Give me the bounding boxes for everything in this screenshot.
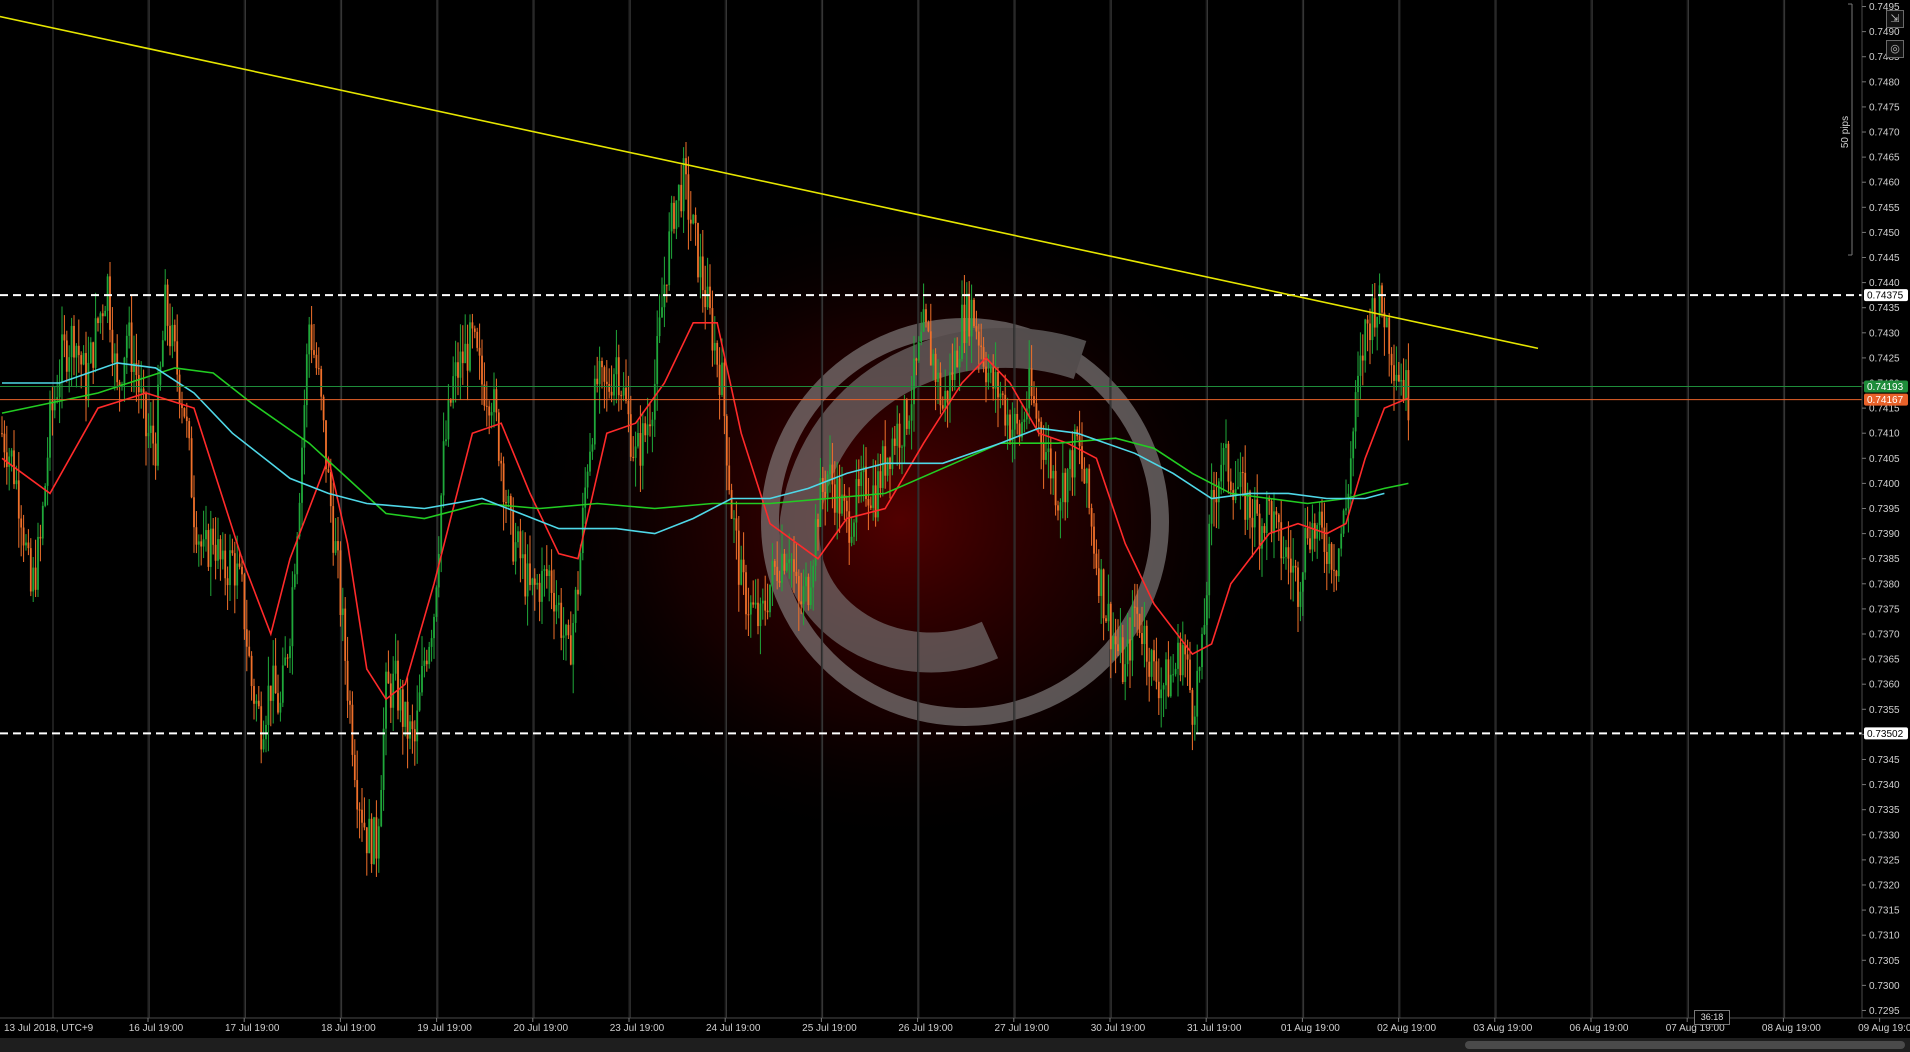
x-tick-label: 18 Jul 19:00 xyxy=(321,1023,376,1034)
x-tick-label: 19 Jul 19:00 xyxy=(417,1023,472,1034)
x-tick-label: 24 Jul 19:00 xyxy=(706,1023,761,1034)
x-tick-label: 25 Jul 19:00 xyxy=(802,1023,857,1034)
y-tick-label: 0.7315 xyxy=(1869,906,1900,917)
y-tick-label: 0.7390 xyxy=(1869,529,1900,540)
x-tick-label: 20 Jul 19:00 xyxy=(514,1023,569,1034)
svg-text:0.74375: 0.74375 xyxy=(1867,291,1904,302)
y-tick-label: 0.7465 xyxy=(1869,153,1900,164)
candle xyxy=(207,523,210,571)
price-tag-orange: 0.74167 xyxy=(1864,393,1908,406)
candle xyxy=(435,585,438,622)
candle-timer: 36:18 xyxy=(1694,1010,1730,1025)
candle xyxy=(339,541,342,627)
x-tick-label: 26 Jul 19:00 xyxy=(898,1023,953,1034)
y-tick-label: 0.7370 xyxy=(1869,629,1900,640)
y-tick-label: 0.7450 xyxy=(1869,228,1900,239)
y-tick-label: 0.7445 xyxy=(1869,253,1900,264)
y-tick-label: 0.7455 xyxy=(1869,203,1900,214)
x-tick-label: 06 Aug 19:00 xyxy=(1570,1023,1629,1034)
y-tick-label: 0.7470 xyxy=(1869,128,1900,139)
svg-text:0.74193: 0.74193 xyxy=(1867,382,1904,393)
y-tick-label: 0.7360 xyxy=(1869,680,1900,691)
y-tick-label: 0.7380 xyxy=(1869,579,1900,590)
x-tick-label: 27 Jul 19:00 xyxy=(995,1023,1050,1034)
candle xyxy=(469,314,471,373)
y-tick-label: 0.7300 xyxy=(1869,981,1900,992)
y-tick-label: 0.7395 xyxy=(1869,504,1900,515)
y-tick-label: 0.7425 xyxy=(1869,353,1900,364)
candle xyxy=(692,213,695,225)
pips-label: 50 pips xyxy=(1840,116,1851,148)
y-tick-label: 0.7375 xyxy=(1869,604,1900,615)
x-tick-label: 01 Aug 19:00 xyxy=(1281,1023,1340,1034)
time-axis: 13 Jul 2018, UTC+9 16 Jul 19:00 17 Jul 19:… xyxy=(0,1017,1910,1038)
x-tick-label: 08 Aug 19:00 xyxy=(1762,1023,1821,1034)
candle xyxy=(1088,464,1091,515)
y-tick-label: 0.7400 xyxy=(1869,479,1900,490)
y-tick-label: 0.7340 xyxy=(1869,780,1900,791)
x-tick-label: 09 Aug 19:00 xyxy=(1858,1023,1910,1034)
y-tick-label: 0.7405 xyxy=(1869,454,1900,465)
candle xyxy=(44,483,47,508)
level-price-tag: 0.73502 xyxy=(1864,727,1908,740)
y-tick-label: 0.7330 xyxy=(1869,830,1900,841)
time-axis-start-label: 13 Jul 2018, UTC+9 xyxy=(4,1023,94,1034)
svg-text:0.73502: 0.73502 xyxy=(1867,729,1904,740)
x-tick-label: 03 Aug 19:00 xyxy=(1473,1023,1532,1034)
candle xyxy=(973,297,975,328)
x-tick-label: 31 Jul 19:00 xyxy=(1187,1023,1242,1034)
x-tick-label: 02 Aug 19:00 xyxy=(1377,1023,1436,1034)
y-tick-label: 0.7295 xyxy=(1869,1006,1900,1017)
y-tick-label: 0.7490 xyxy=(1869,27,1900,38)
candle xyxy=(373,816,375,865)
candle xyxy=(1381,282,1383,318)
y-tick-label: 0.7305 xyxy=(1869,956,1900,967)
price-chart[interactable]: 0.7295 0.7300 0.7305 0.7310 0.7315 0.7320 0.73… xyxy=(0,0,1910,1052)
maximize-icon[interactable]: ⇲ xyxy=(1886,10,1904,28)
y-tick-label: 0.7435 xyxy=(1869,303,1900,314)
candle xyxy=(370,813,373,873)
candle xyxy=(497,408,500,467)
y-tick-label: 0.7355 xyxy=(1869,705,1900,716)
y-tick-label: 0.7480 xyxy=(1869,77,1900,88)
svg-text:0.74167: 0.74167 xyxy=(1867,395,1904,406)
x-tick-label: 30 Jul 19:00 xyxy=(1091,1023,1146,1034)
y-tick-label: 0.7460 xyxy=(1869,178,1900,189)
x-tick-label: 17 Jul 19:00 xyxy=(225,1023,280,1034)
horizontal-scrollbar[interactable] xyxy=(0,1038,1910,1052)
candle xyxy=(697,222,699,283)
camera-icon[interactable]: ◎ xyxy=(1886,40,1904,58)
y-tick-label: 0.7320 xyxy=(1869,880,1900,891)
candle xyxy=(1342,508,1345,538)
candle xyxy=(1385,316,1388,328)
y-tick-label: 0.7365 xyxy=(1869,655,1900,666)
y-tick-label: 0.7475 xyxy=(1869,102,1900,113)
candle xyxy=(807,573,810,611)
y-tick-label: 0.7310 xyxy=(1869,931,1900,942)
y-tick-label: 0.7385 xyxy=(1869,554,1900,565)
y-tick-label: 0.7325 xyxy=(1869,855,1900,866)
x-tick-label: 16 Jul 19:00 xyxy=(129,1023,184,1034)
y-tick-label: 0.7440 xyxy=(1869,278,1900,289)
level-price-tag: 0.74375 xyxy=(1864,289,1908,302)
x-tick-label: 23 Jul 19:00 xyxy=(610,1023,665,1034)
y-tick-label: 0.7345 xyxy=(1869,755,1900,766)
price-axis: 0.7295 0.7300 0.7305 0.7310 0.7315 0.7320 0.73… xyxy=(1861,0,1910,1052)
price-tag-green: 0.74193 xyxy=(1864,380,1908,393)
y-tick-label: 0.7335 xyxy=(1869,805,1900,816)
y-tick-label: 0.7430 xyxy=(1869,328,1900,339)
scrollbar-thumb[interactable] xyxy=(1465,1041,1905,1049)
y-tick-label: 0.7410 xyxy=(1869,429,1900,440)
